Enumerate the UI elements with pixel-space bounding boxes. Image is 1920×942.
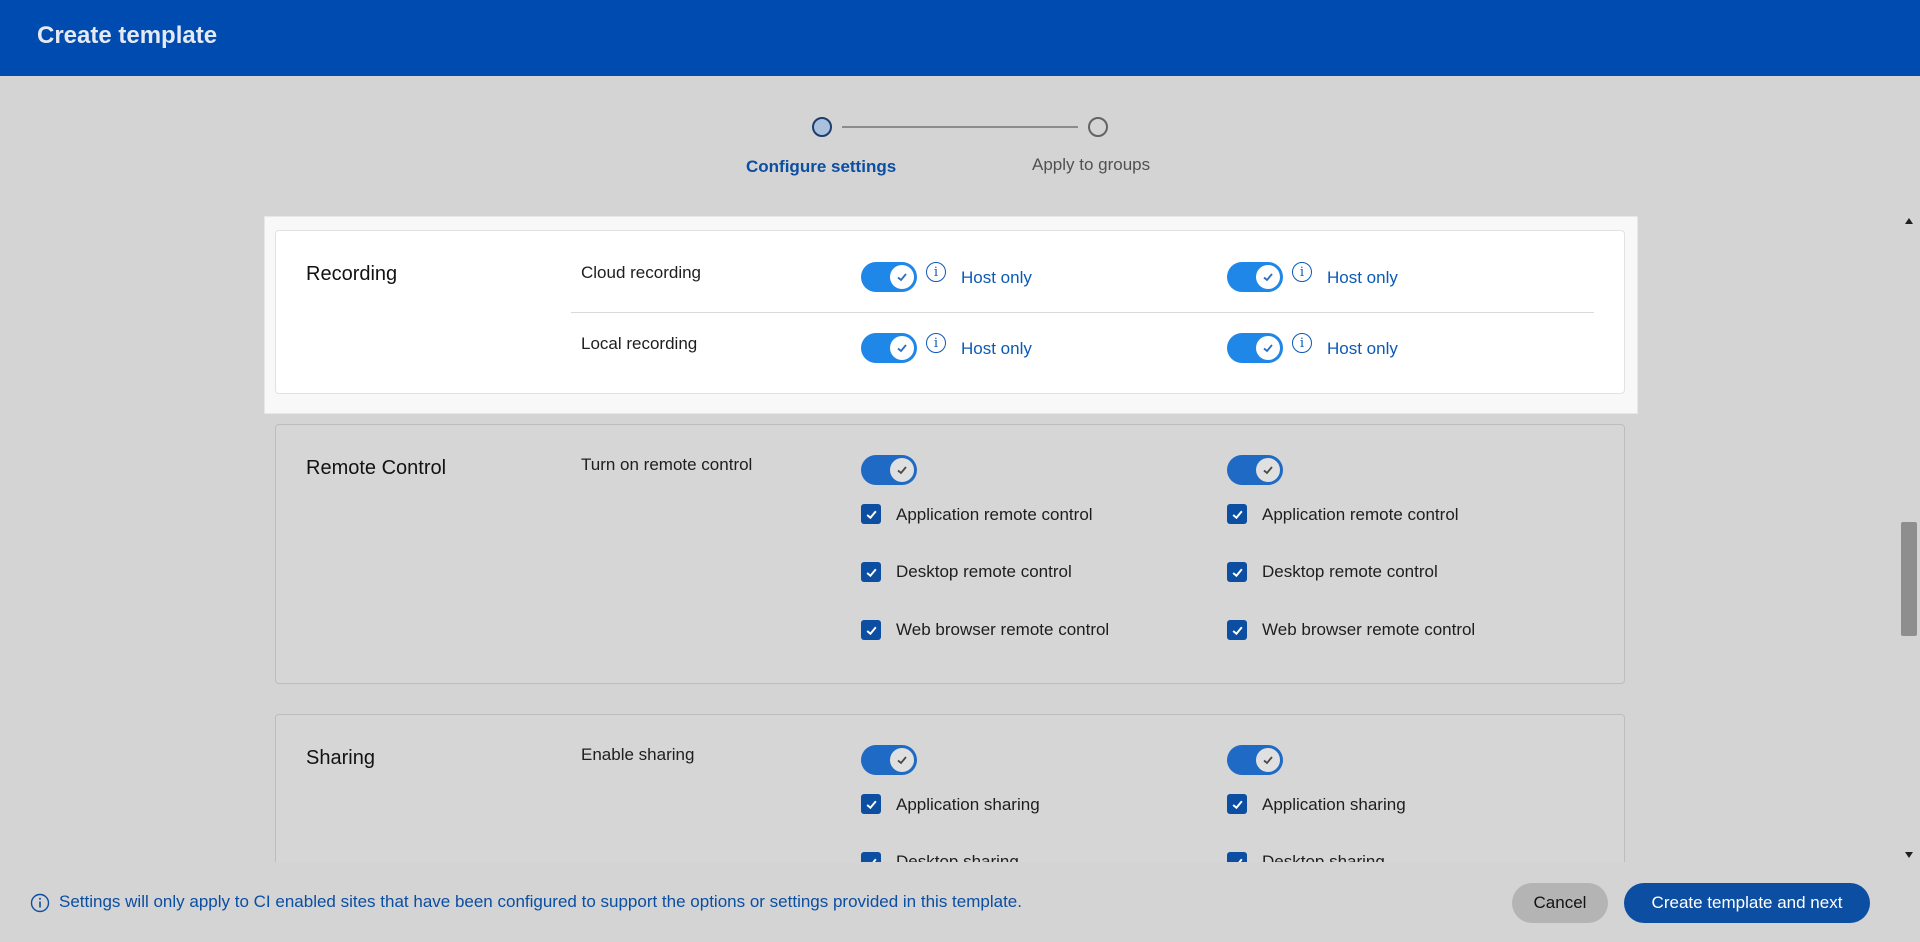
app-remote-control-checkbox-col1[interactable]: [861, 504, 881, 524]
web-remote-control-checkbox-col1[interactable]: [861, 620, 881, 640]
app-sharing-checkbox-col2[interactable]: [1227, 794, 1247, 814]
section-title: Recording: [306, 263, 398, 285]
recording-card: Recording Cloud recording i Host only i …: [275, 230, 1625, 394]
check-icon: [890, 748, 914, 772]
app-sharing-checkbox-col1[interactable]: [861, 794, 881, 814]
local-recording-host-link-col2[interactable]: Host only: [1327, 339, 1398, 359]
option-label: Web browser remote control: [1262, 620, 1476, 639]
sharing-toggle-col1[interactable]: [861, 745, 917, 775]
step-indicator-apply: [1088, 117, 1108, 137]
info-icon[interactable]: i: [926, 333, 946, 353]
footer-bar: Settings will only apply to CI enabled s…: [0, 862, 1920, 942]
option-label: Application remote control: [896, 505, 1093, 524]
settings-scroll-area[interactable]: Recording Cloud recording i Host only i …: [0, 214, 1920, 862]
remote-control-toggle-col2[interactable]: [1227, 455, 1283, 485]
row-divider: [571, 312, 1594, 313]
desktop-remote-control-checkbox-col2[interactable]: [1227, 562, 1247, 582]
remote-control-toggle-label: Turn on remote control: [581, 455, 753, 474]
check-icon: [1256, 458, 1280, 482]
app-remote-control-checkbox-col2[interactable]: [1227, 504, 1247, 524]
option-label: Web browser remote control: [896, 620, 1110, 639]
scroll-down-icon[interactable]: [1905, 852, 1913, 858]
remote-control-card: Remote Control Turn on remote control Ap…: [275, 424, 1625, 684]
desktop-sharing-checkbox-col2[interactable]: [1227, 852, 1247, 862]
info-icon: [30, 893, 50, 913]
check-icon: [1232, 510, 1243, 519]
sharing-toggle-col2[interactable]: [1227, 745, 1283, 775]
option-label: Desktop sharing: [1262, 852, 1385, 862]
step-connector: [842, 126, 1078, 128]
page-title: Create template: [37, 22, 218, 49]
stepper: Configure settings Apply to groups: [0, 76, 1920, 214]
step-label-configure: Configure settings: [746, 157, 897, 176]
check-icon: [866, 626, 877, 635]
check-icon: [1256, 336, 1280, 360]
local-recording-toggle-col1[interactable]: [861, 333, 917, 363]
step-indicator-configure: [812, 117, 832, 137]
info-icon[interactable]: i: [926, 262, 946, 282]
sharing-toggle-label: Enable sharing: [581, 745, 695, 764]
check-icon: [866, 568, 877, 577]
check-icon: [866, 800, 877, 809]
option-label: Application sharing: [1262, 795, 1406, 814]
desktop-remote-control-checkbox-col1[interactable]: [861, 562, 881, 582]
footer-notice: Settings will only apply to CI enabled s…: [59, 892, 1022, 911]
cloud-recording-host-link-col2[interactable]: Host only: [1327, 268, 1398, 288]
check-icon: [890, 265, 914, 289]
cloud-recording-label: Cloud recording: [581, 263, 702, 282]
info-icon[interactable]: i: [1292, 333, 1312, 353]
local-recording-toggle-col2[interactable]: [1227, 333, 1283, 363]
check-icon: [1256, 748, 1280, 772]
local-recording-host-link-col1[interactable]: Host only: [961, 339, 1032, 359]
scroll-up-icon[interactable]: [1905, 218, 1913, 224]
cancel-button[interactable]: Cancel: [1512, 883, 1608, 923]
option-label: Desktop sharing: [896, 852, 1019, 862]
remote-control-toggle-col1[interactable]: [861, 455, 917, 485]
option-label: Desktop remote control: [896, 562, 1072, 581]
app-header: Create template: [0, 0, 1920, 76]
desktop-sharing-checkbox-col1[interactable]: [861, 852, 881, 862]
local-recording-label: Local recording: [581, 334, 698, 353]
option-label: Application remote control: [1262, 505, 1459, 524]
option-label: Desktop remote control: [1262, 562, 1438, 581]
section-title: Sharing: [306, 747, 375, 769]
check-icon: [1232, 626, 1243, 635]
web-remote-control-checkbox-col2[interactable]: [1227, 620, 1247, 640]
cloud-recording-host-link-col1[interactable]: Host only: [961, 268, 1032, 288]
check-icon: [1256, 265, 1280, 289]
check-icon: [890, 336, 914, 360]
info-icon[interactable]: i: [1292, 262, 1312, 282]
check-icon: [1232, 568, 1243, 577]
option-label: Application sharing: [896, 795, 1040, 814]
step-label-apply: Apply to groups: [1032, 155, 1151, 174]
check-icon: [890, 458, 914, 482]
check-icon: [866, 510, 877, 519]
scroll-thumb[interactable]: [1901, 522, 1917, 636]
vertical-scrollbar[interactable]: [1898, 214, 1920, 862]
create-template-next-button[interactable]: Create template and next: [1624, 883, 1870, 923]
cloud-recording-toggle-col1[interactable]: [861, 262, 917, 292]
check-icon: [1232, 800, 1243, 809]
section-title: Remote Control: [306, 457, 447, 479]
sharing-card: Sharing Enable sharing Application shari…: [275, 714, 1625, 862]
cloud-recording-toggle-col2[interactable]: [1227, 262, 1283, 292]
